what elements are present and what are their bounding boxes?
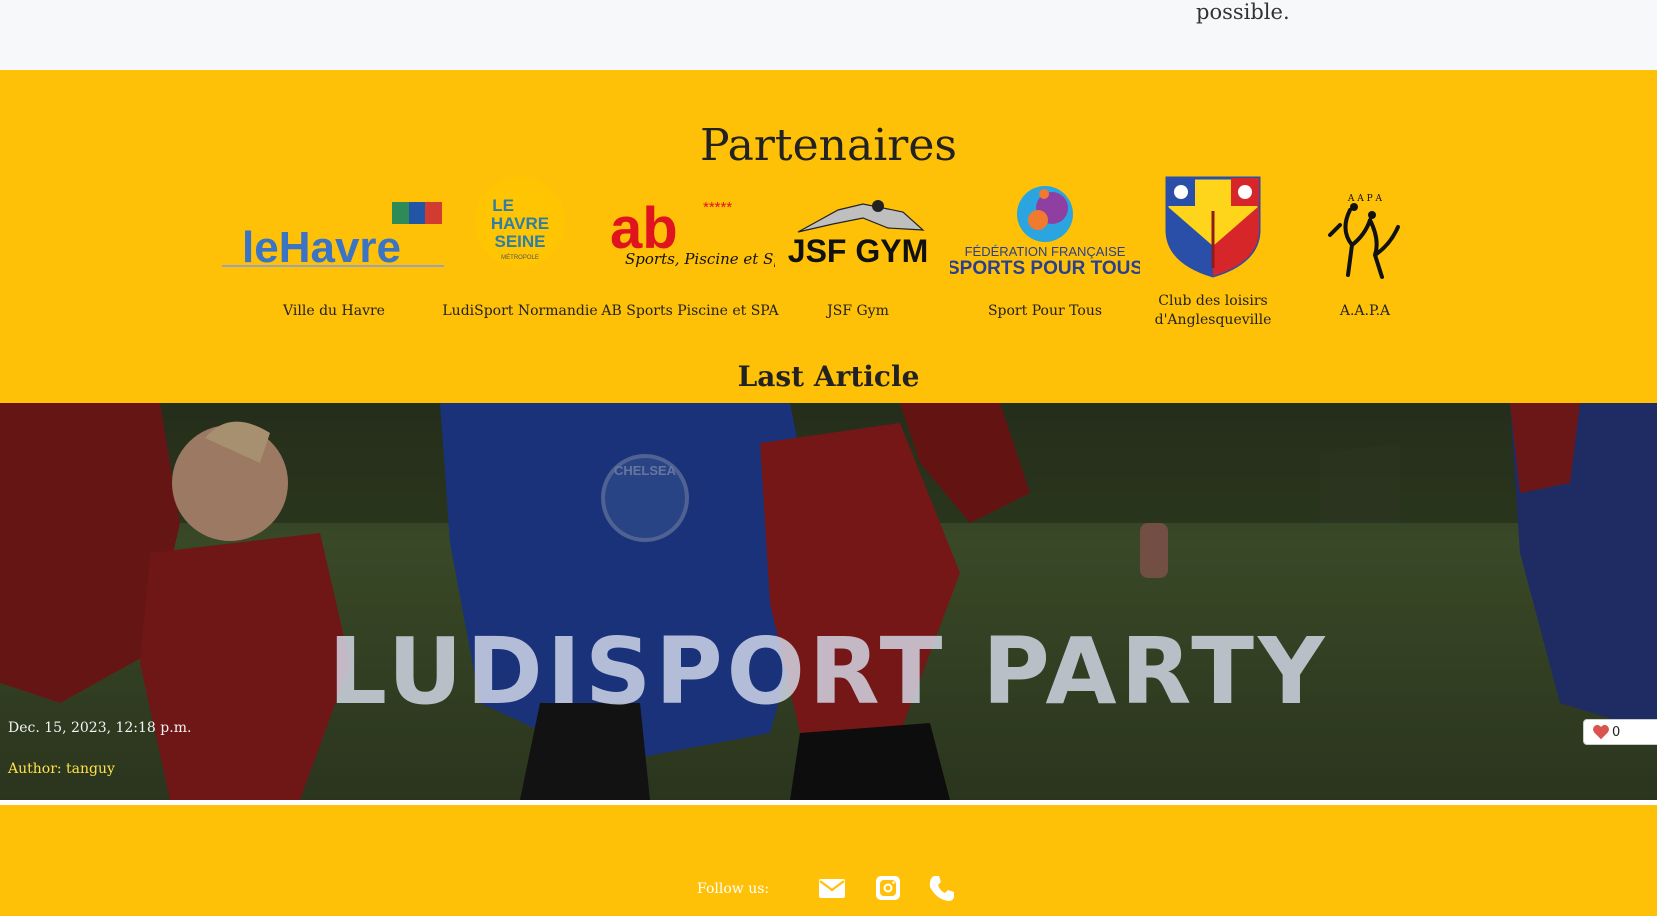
- article-author[interactable]: Author: tanguy: [8, 761, 115, 777]
- last-article-section-title: Last Article: [737, 360, 920, 393]
- sport-pour-tous-logo: FÉDÉRATION FRANÇAISE SPORTS POUR TOUS: [950, 186, 1140, 278]
- anglesqueville-coat-of-arms: [1165, 176, 1261, 278]
- svg-text:Sports, Piscine et Spa: Sports, Piscine et Spa: [625, 250, 775, 268]
- heart-icon: [1593, 724, 1609, 740]
- le-havre-logo-text: leHavre: [242, 223, 401, 270]
- last-article-card[interactable]: CHELSEA LUDISPORT PARTY Dec. 15, 2023, 1…: [0, 403, 1657, 800]
- aapa-logo: A A P A: [1328, 194, 1400, 279]
- instagram-icon[interactable]: [873, 873, 903, 903]
- partner-name: LudiSport Normandie: [442, 303, 598, 319]
- partner-name: Club des loisirs d'Anglesqueville: [1154, 293, 1272, 328]
- partner-name: A.A.P.A: [1339, 303, 1391, 319]
- svg-text:JSF GYM: JSF GYM: [788, 233, 928, 269]
- envelope-icon[interactable]: [817, 873, 847, 903]
- partner-name: AB Sports Piscine et SPA: [601, 303, 779, 319]
- svg-text:SEINE: SEINE: [494, 232, 545, 251]
- le-havre-logo: leHavre: [222, 202, 444, 270]
- jsf-gym-logo: JSF GYM: [788, 200, 928, 269]
- like-button[interactable]: 0: [1583, 719, 1657, 745]
- ab-sports-logo: ab ***** Sports, Piscine et Spa: [610, 196, 775, 268]
- phone-icon[interactable]: [927, 873, 957, 903]
- article-date: Dec. 15, 2023, 12:18 p.m.: [8, 720, 192, 736]
- previous-section-text-tail: possible.: [1196, 0, 1290, 24]
- partners-section: Partenaires leHavre Ville du Havre LE HA…: [0, 70, 1657, 403]
- article-photo: CHELSEA: [0, 403, 1657, 800]
- svg-text:HAVRE: HAVRE: [491, 214, 549, 233]
- svg-text:*****: *****: [703, 199, 732, 216]
- partner-name: Ville du Havre: [283, 303, 385, 319]
- follow-us-label: Follow us:: [697, 881, 770, 897]
- partners-title: Partenaires: [700, 120, 957, 171]
- le-havre-seine-logo: LE HAVRE SEINE MÉTROPOLE: [475, 177, 565, 267]
- svg-text:A A P A: A A P A: [1347, 194, 1383, 204]
- svg-text:MÉTROPOLE: MÉTROPOLE: [501, 254, 539, 261]
- like-count: 0: [1612, 724, 1621, 740]
- svg-text:SPORTS POUR TOUS: SPORTS POUR TOUS: [950, 258, 1140, 278]
- article-title[interactable]: LUDISPORT PARTY: [0, 618, 1657, 725]
- top-strip: possible.: [0, 0, 1657, 70]
- partner-name: Sport Pour Tous: [987, 303, 1103, 319]
- footer: Follow us:: [0, 805, 1657, 916]
- svg-text:LE: LE: [492, 196, 514, 215]
- partner-name: JSF Gym: [827, 303, 889, 319]
- svg-text:FÉDÉRATION FRANÇAISE: FÉDÉRATION FRANÇAISE: [965, 244, 1126, 259]
